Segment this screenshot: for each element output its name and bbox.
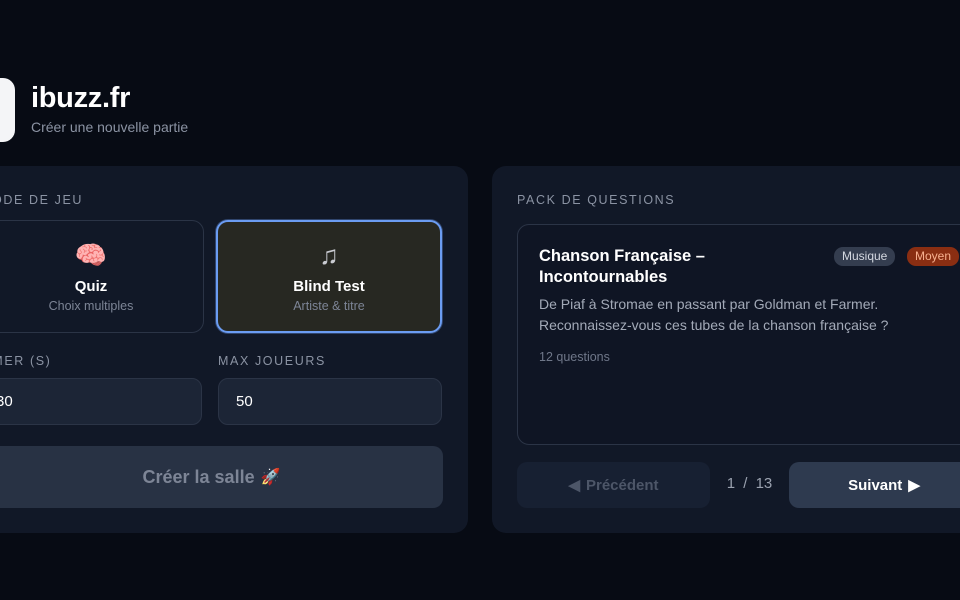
current-page: 1 <box>726 475 736 492</box>
timer-label: TIMER (S) <box>0 354 52 368</box>
rocket-icon: 🚀 <box>260 469 281 486</box>
previous-label: Précédent <box>586 476 659 494</box>
total-pages: 13 <box>755 475 773 492</box>
pack-title: Chanson Française – Incontournables <box>539 247 705 286</box>
page-separator: / <box>743 475 748 492</box>
next-label: Suivant <box>848 476 903 494</box>
triangle-left-icon: ◀ <box>568 477 580 494</box>
music-note-icon: ♫ <box>319 240 339 270</box>
next-pack-button[interactable]: Suivant ▶ <box>789 462 960 508</box>
mode-name: Quiz <box>74 278 108 295</box>
mode-card-blind-test[interactable]: ♫ Blind Test Artiste & titre <box>216 220 442 333</box>
game-settings-panel: MODE DE JEU 🧠 Quiz Choix multiples ♫ Bli… <box>0 166 468 533</box>
brain-icon: 🧠 <box>74 240 108 270</box>
question-pack-panel: PACK DE QUESTIONS Chanson Française – In… <box>492 166 960 533</box>
page-indicator: 1 / 13 <box>710 475 789 492</box>
triangle-right-icon: ▶ <box>908 477 920 494</box>
max-players-input[interactable] <box>218 378 442 425</box>
max-players-label: MAX JOUEURS <box>218 354 326 368</box>
category-badge: Musique <box>834 247 896 266</box>
mode-name: Blind Test <box>293 278 365 295</box>
timer-input[interactable] <box>0 378 202 425</box>
create-game-screen: ibuzz.fr Créer une nouvelle partie MODE … <box>0 0 960 600</box>
pack-description: De Piaf à Stromae en passant par Goldman… <box>539 296 889 333</box>
mode-description: Artiste & titre <box>293 299 365 313</box>
pack-section-label: PACK DE QUESTIONS <box>517 193 676 207</box>
logo <box>0 78 15 142</box>
pack-card[interactable]: Chanson Française – Incontournables Musi… <box>517 224 960 445</box>
previous-pack-button[interactable]: ◀ Précédent <box>517 462 710 508</box>
page-subtitle: Créer une nouvelle partie <box>31 119 189 135</box>
mode-card-quiz[interactable]: 🧠 Quiz Choix multiples <box>0 220 204 333</box>
create-room-label: Créer la salle <box>142 466 255 487</box>
create-room-button[interactable]: Créer la salle 🚀 <box>0 446 443 508</box>
difficulty-badge: Moyen <box>907 247 960 266</box>
brand-title: ibuzz.fr <box>31 82 131 114</box>
mode-section-label: MODE DE JEU <box>0 193 84 207</box>
question-count: 12 questions <box>539 350 610 364</box>
mode-description: Choix multiples <box>48 299 134 313</box>
